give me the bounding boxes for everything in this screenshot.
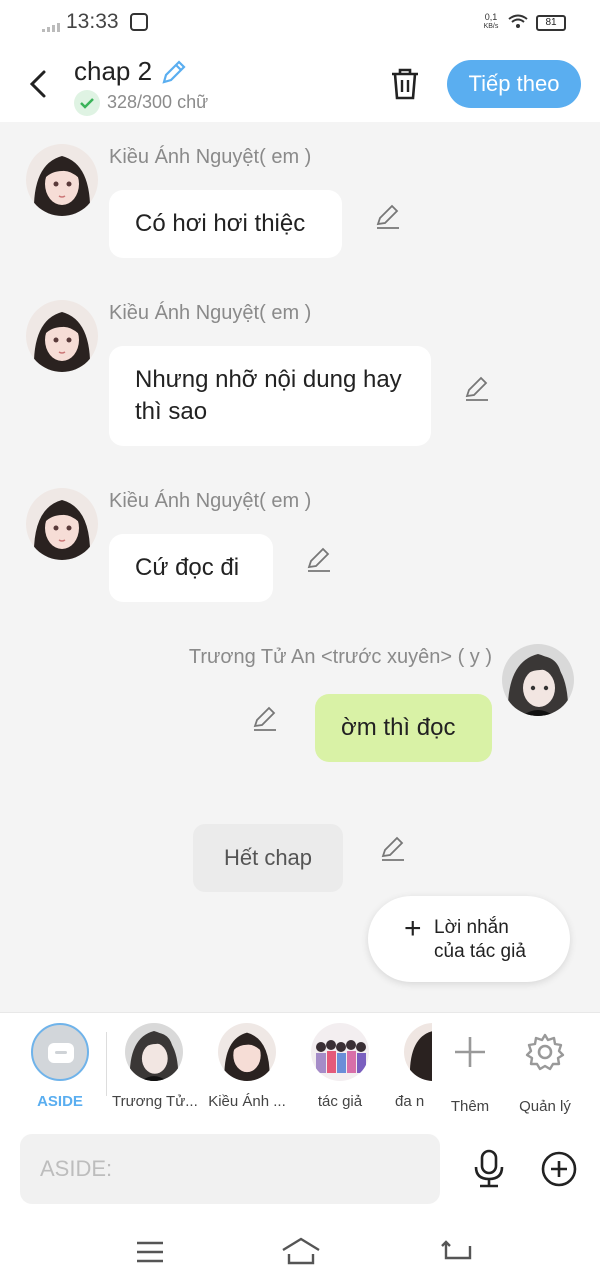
character-kieu-anh[interactable]: Kiều Ánh ... xyxy=(205,1023,289,1110)
character-label: Kiều Ánh ... xyxy=(208,1093,286,1110)
character-tac-gia[interactable]: tác giả xyxy=(300,1023,380,1110)
message-bubble[interactable]: Có hơi hơi thiệc xyxy=(109,190,342,258)
author-note-line2: của tác giả xyxy=(434,941,526,962)
author-note-line1: Lời nhắn xyxy=(434,917,509,938)
avatar-kieu-anh-nguyet[interactable] xyxy=(26,488,98,560)
gear-icon xyxy=(525,1033,565,1071)
menu-icon[interactable] xyxy=(135,1240,165,1264)
avatar-truong-tu-an[interactable] xyxy=(502,644,574,716)
plus-icon xyxy=(455,1037,485,1067)
plus-icon: + xyxy=(404,912,422,945)
input-area xyxy=(0,1120,600,1220)
status-time: 13:33 xyxy=(66,10,119,33)
edit-message-icon[interactable] xyxy=(305,545,333,573)
add-attachment-icon[interactable] xyxy=(540,1150,578,1188)
system-navigation-bar xyxy=(0,1220,600,1287)
add-label: Thêm xyxy=(450,1098,490,1115)
net-speed: 0,1 KB/s xyxy=(483,12,499,31)
edit-message-icon[interactable] xyxy=(374,202,402,230)
back-icon[interactable] xyxy=(24,66,54,102)
avatar xyxy=(125,1023,183,1081)
home-icon[interactable] xyxy=(280,1236,322,1266)
back-nav-icon[interactable] xyxy=(440,1238,474,1266)
aside-icon xyxy=(31,1023,89,1081)
manage-label: Quản lý xyxy=(519,1098,571,1115)
message-bubble[interactable]: Nhưng nhỡ nội dung hay thì sao xyxy=(109,346,431,446)
character-da-n[interactable]: đa n xyxy=(392,1023,432,1110)
signal-icon xyxy=(42,23,60,32)
character-truong-tu-an[interactable]: Trương Tử... xyxy=(112,1023,198,1110)
check-icon xyxy=(74,90,100,116)
avatar xyxy=(404,1023,432,1081)
character-label: tác giả xyxy=(317,1093,363,1110)
page-title[interactable]: chap 2 xyxy=(74,56,152,87)
sender-name: Kiều Ánh Nguyệt( em ) xyxy=(109,490,312,512)
notification-icon xyxy=(130,13,148,31)
sender-name: Kiều Ánh Nguyệt( em ) xyxy=(109,302,312,324)
message-input[interactable] xyxy=(20,1134,440,1204)
end-chapter-chip[interactable]: Hết chap xyxy=(193,824,343,892)
microphone-icon[interactable] xyxy=(470,1148,508,1190)
edit-title-icon[interactable] xyxy=(160,58,188,86)
sender-name: Trương Tử An <trước xuyên> ( y ) xyxy=(188,646,492,668)
avatar xyxy=(311,1023,369,1081)
divider xyxy=(106,1032,107,1096)
avatar xyxy=(218,1023,276,1081)
edit-message-icon[interactable] xyxy=(463,374,491,402)
trash-icon[interactable] xyxy=(388,66,422,102)
character-bar: ASIDE Trương Tử... Kiều Ánh ... tác giả … xyxy=(0,1012,600,1120)
edit-end-icon[interactable] xyxy=(379,834,407,862)
wifi-icon xyxy=(508,14,528,28)
battery-icon: 81 xyxy=(536,15,566,31)
header: chap 2 328/300 chữ Tiếp theo xyxy=(0,46,600,122)
avatar-kieu-anh-nguyet[interactable] xyxy=(26,300,98,372)
character-label: đa n xyxy=(395,1093,425,1110)
word-count: 328/300 chữ xyxy=(107,92,209,112)
sender-name: Kiều Ánh Nguyệt( em ) xyxy=(109,146,312,168)
author-note-button[interactable]: + Lời nhắn của tác giả xyxy=(368,896,570,982)
character-label: ASIDE xyxy=(37,1093,83,1110)
message-bubble[interactable]: Cứ đọc đi xyxy=(109,534,273,602)
edit-message-icon[interactable] xyxy=(251,704,279,732)
next-button[interactable]: Tiếp theo xyxy=(447,60,581,108)
character-aside[interactable]: ASIDE xyxy=(30,1023,90,1110)
message-bubble-own[interactable]: ờm thì đọc xyxy=(315,694,492,762)
status-bar: 13:33 0,1 KB/s 81 xyxy=(0,0,600,46)
add-character-button[interactable]: Thêm xyxy=(440,1023,500,1115)
character-label: Trương Tử... xyxy=(112,1093,198,1110)
manage-button[interactable]: Quản lý xyxy=(514,1023,576,1115)
avatar-kieu-anh-nguyet[interactable] xyxy=(26,144,98,216)
